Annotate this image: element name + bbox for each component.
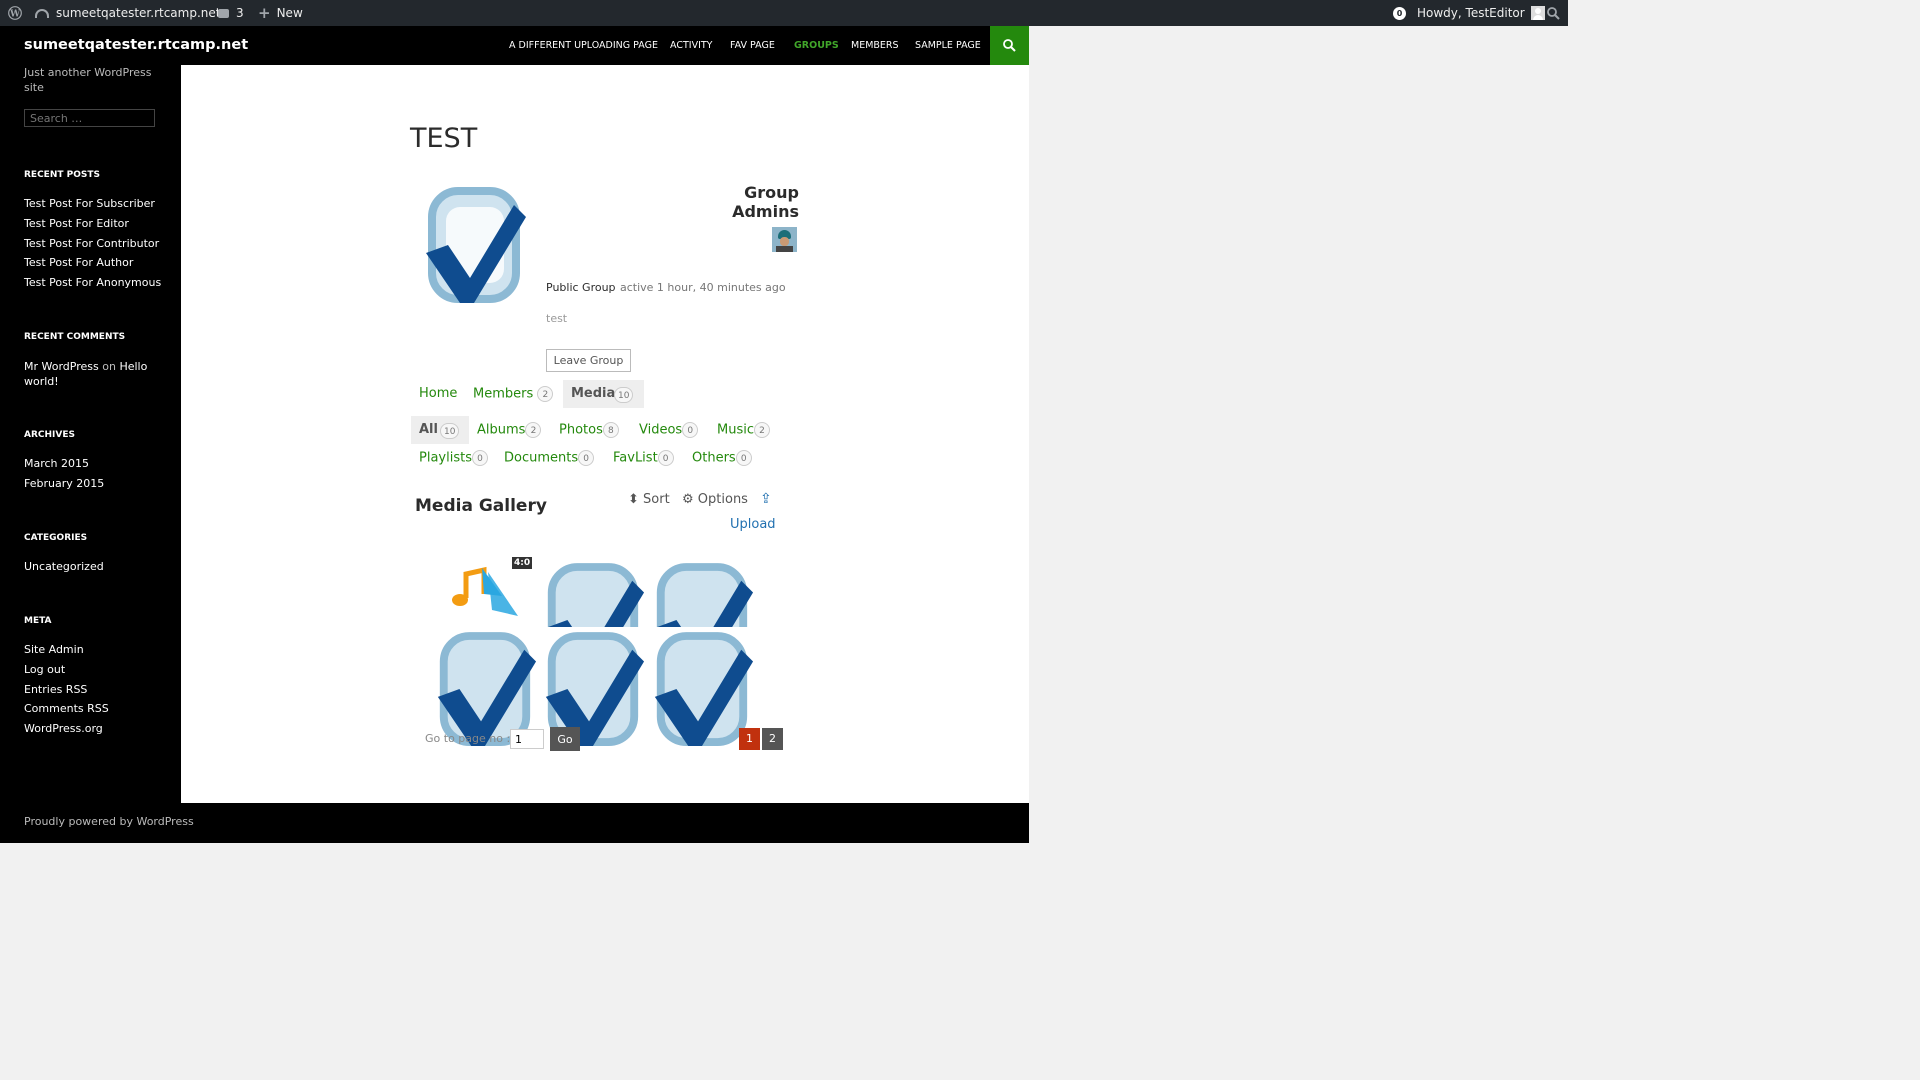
comment-bubble-icon [218, 8, 229, 18]
tab-media-label: Media [571, 386, 616, 401]
recent-post-link[interactable]: Test Post For Editor [24, 217, 129, 230]
filter-albums[interactable]: Albums 2 [477, 422, 542, 438]
site-description: Just another WordPress site [24, 66, 152, 94]
tab-members[interactable]: Members 2 [473, 386, 554, 402]
group-admins-heading: Group Admins [732, 183, 799, 221]
recent-post-link[interactable]: Test Post For Author [24, 256, 133, 269]
admin-comments-link[interactable]: 3 [218, 0, 244, 26]
tab-home[interactable]: Home [419, 386, 457, 401]
page-2-link[interactable]: 2 [762, 728, 783, 750]
tab-members-count: 2 [537, 386, 554, 402]
upload-link[interactable]: Upload [730, 517, 776, 532]
goto-page-input[interactable] [510, 729, 544, 749]
admin-bar: W sumeetqatester.rtcamp.net 3 + New 0 Ho… [0, 0, 1568, 26]
comments-count: 3 [236, 6, 244, 20]
group-type: Public Group [546, 281, 616, 294]
filter-playlists[interactable]: Playlists 0 [419, 450, 488, 466]
recent-posts-heading: RECENT POSTS [24, 170, 100, 180]
comment-author-link[interactable]: Mr WordPress [24, 360, 99, 373]
site-frame: sumeetqatester.rtcamp.net A DIFFERENT UP… [0, 26, 1029, 843]
content-area: TEST Group Admins Public Group active 1 … [181, 65, 1029, 803]
leave-group-button[interactable]: Leave Group [546, 349, 631, 372]
site-footer: Proudly powered by WordPress [0, 803, 1029, 843]
sidebar-search-input[interactable] [24, 109, 155, 127]
user-avatar-icon [1530, 6, 1545, 20]
gear-icon: ⚙ [682, 492, 694, 507]
notification-badge[interactable]: 0 [1393, 0, 1406, 26]
howdy-text: Howdy, TestEditor [1417, 6, 1525, 20]
filter-others[interactable]: Others 0 [692, 450, 752, 466]
goto-page-label: Go to page no : [425, 732, 511, 745]
group-activity: active 1 hour, 40 minutes ago [620, 281, 786, 294]
new-label: New [276, 6, 303, 20]
sort-icon: ⬍ [628, 492, 639, 507]
upload-icon[interactable]: ⇪ [760, 491, 772, 507]
nav-groups[interactable]: GROUPS [794, 40, 839, 51]
category-link[interactable]: Uncategorized [24, 560, 104, 573]
checkmark-thumbnail-icon [656, 563, 754, 627]
media-gallery-title: Media Gallery [415, 496, 547, 516]
meta-heading: META [24, 616, 52, 626]
archives-heading: ARCHIVES [24, 430, 75, 440]
dashboard-icon [35, 8, 49, 18]
wordpress-logo-icon[interactable]: W [8, 0, 22, 26]
footer-credit[interactable]: Proudly powered by WordPress [24, 815, 194, 828]
search-icon [1003, 39, 1016, 52]
admin-search-icon[interactable] [1547, 0, 1560, 26]
tab-media[interactable]: Media 10 [563, 380, 644, 408]
recent-post-link[interactable]: Test Post For Subscriber [24, 197, 155, 210]
meta-link-wordpress-org[interactable]: WordPress.org [24, 722, 103, 735]
admin-site-name: sumeetqatester.rtcamp.net [56, 6, 221, 20]
group-title: TEST [410, 123, 478, 154]
admin-avatar[interactable] [772, 227, 797, 252]
meta-link-entries-rss[interactable]: Entries RSS [24, 683, 87, 696]
meta-link-site-admin[interactable]: Site Admin [24, 643, 84, 656]
tab-media-count: 10 [614, 387, 634, 403]
nav-members[interactable]: MEMBERS [851, 40, 899, 51]
filter-videos[interactable]: Videos 0 [639, 422, 699, 438]
comment-on-text: on [102, 360, 116, 373]
filter-all[interactable]: All 10 [411, 416, 469, 444]
admin-site-link[interactable]: sumeetqatester.rtcamp.net [35, 0, 220, 26]
checkmark-thumbnail-icon [547, 563, 645, 627]
recent-comment-item: Mr WordPress on Hello world! [24, 359, 154, 389]
recent-post-link[interactable]: Test Post For Anonymous [24, 276, 161, 289]
go-button[interactable]: Go [550, 727, 580, 751]
svg-text:W: W [9, 9, 21, 19]
nav-sample-page[interactable]: SAMPLE PAGE [915, 40, 981, 51]
gallery-item-photo[interactable] [538, 558, 646, 627]
filter-photos[interactable]: Photos 8 [559, 422, 619, 438]
gallery-item-photo[interactable] [647, 558, 755, 627]
nav-a-different-uploading-page[interactable]: A DIFFERENT UPLOADING PAGE [509, 40, 658, 51]
group-avatar[interactable] [418, 183, 528, 308]
recent-comments-heading: RECENT COMMENTS [24, 332, 126, 342]
nav-fav-page[interactable]: FAV PAGE [730, 40, 775, 51]
filter-all-count: 10 [440, 423, 460, 439]
checkmark-group-image-icon [426, 187, 526, 303]
plus-icon: + [258, 4, 271, 22]
filter-documents[interactable]: Documents 0 [504, 450, 595, 466]
site-title[interactable]: sumeetqatester.rtcamp.net [24, 37, 248, 53]
options-button[interactable]: ⚙ Options [682, 492, 748, 507]
filter-favlist[interactable]: FavList 0 [613, 450, 674, 466]
page-1-link[interactable]: 1 [739, 728, 760, 750]
categories-heading: CATEGORIES [24, 533, 88, 543]
nav-activity[interactable]: ACTIVITY [670, 40, 712, 51]
archive-link[interactable]: February 2015 [24, 477, 104, 490]
admin-new-link[interactable]: + New [258, 0, 303, 26]
duration-badge: 4:0 [512, 557, 533, 569]
meta-link-log-out[interactable]: Log out [24, 663, 65, 676]
archive-link[interactable]: March 2015 [24, 457, 89, 470]
header-search-button[interactable] [990, 26, 1029, 65]
meta-link-comments-rss[interactable]: Comments RSS [24, 702, 109, 715]
recent-post-link[interactable]: Test Post For Contributor [24, 237, 159, 250]
sort-button[interactable]: ⬍ Sort [628, 492, 670, 507]
group-description: test [546, 312, 568, 325]
filter-all-label: All [419, 422, 438, 437]
my-account-link[interactable]: Howdy, TestEditor [1417, 0, 1545, 26]
filter-music[interactable]: Music 2 [717, 422, 770, 438]
